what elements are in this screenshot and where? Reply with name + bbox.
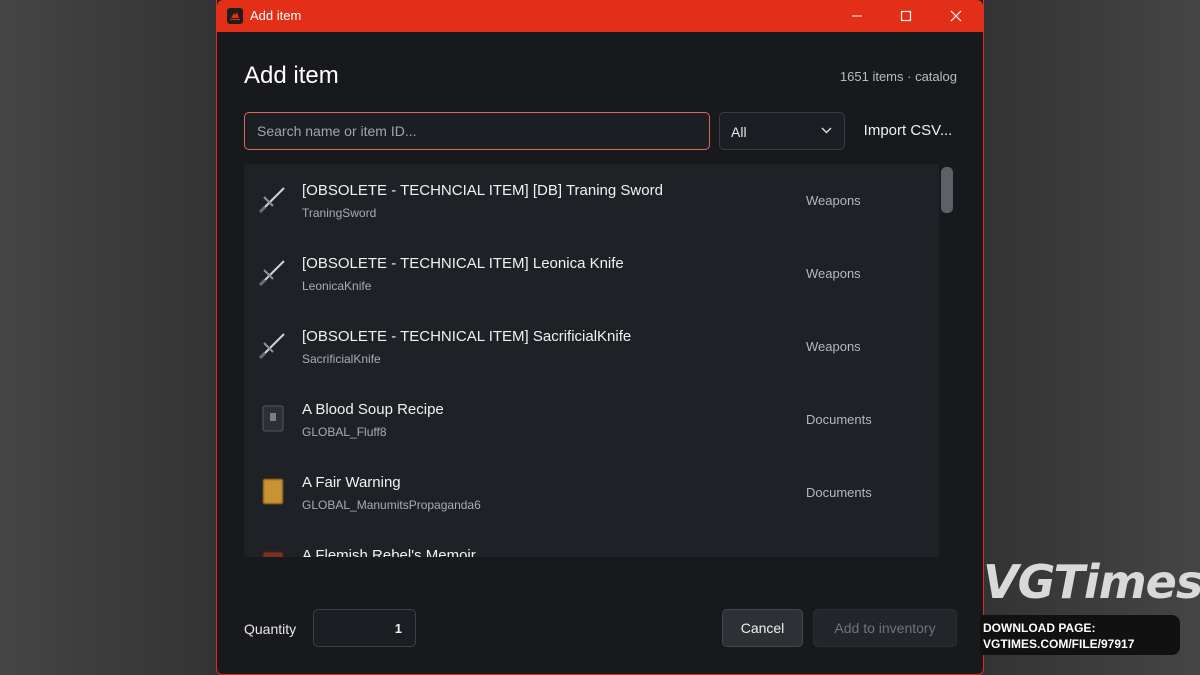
filter-value: All: [731, 124, 747, 140]
minimize-icon: [852, 15, 862, 17]
item-id: TraningSword: [302, 206, 377, 220]
add-item-window: Add item Add item 1651 items · catalog A…: [216, 0, 984, 675]
background-left: [0, 0, 217, 675]
item-name: A Blood Soup Recipe: [302, 401, 444, 418]
title-bar[interactable]: Add item: [217, 0, 983, 32]
item-category: Weapons: [806, 193, 861, 208]
watermark-logo: VGTimes: [983, 555, 1200, 609]
item-id: GLOBAL_Fluff8: [302, 425, 387, 439]
item-name: [OBSOLETE - TECHNICAL ITEM] Leonica Knif…: [302, 255, 624, 272]
item-id: SacrificialKnife: [302, 352, 381, 366]
item-name: [OBSOLETE - TECHNCIAL ITEM] [DB] Traning…: [302, 182, 663, 199]
item-name: A Flemish Rebel's Memoir: [302, 547, 476, 557]
dark-book-icon: [258, 403, 288, 433]
minimize-button[interactable]: [834, 0, 880, 32]
item-id: GLOBAL_ManumitsPropaganda6: [302, 498, 481, 512]
watermark-line2: VGTIMES.COM/FILE/97917: [983, 637, 1135, 651]
maximize-button[interactable]: [883, 0, 929, 32]
maximize-icon: [900, 10, 912, 22]
sword-icon: [258, 257, 288, 287]
watermark-box: DOWNLOAD PAGE: VGTIMES.COM/FILE/97917: [980, 615, 1180, 655]
chevron-down-icon: [821, 127, 832, 134]
add-to-inventory-button[interactable]: Add to inventory: [813, 609, 957, 647]
sword-icon: [258, 330, 288, 360]
watermark-line1: DOWNLOAD PAGE:: [983, 621, 1096, 635]
import-csv-button[interactable]: Import CSV...: [853, 112, 963, 150]
category-filter-select[interactable]: All: [719, 112, 845, 150]
catalog-count: 1651 items · catalog: [839, 69, 957, 84]
item-category: Weapons: [806, 339, 861, 354]
cancel-button[interactable]: Cancel: [722, 609, 803, 647]
item-name: [OBSOLETE - TECHNICAL ITEM] SacrificialK…: [302, 328, 632, 345]
quantity-input[interactable]: 1: [313, 609, 416, 647]
app-icon: [227, 8, 243, 24]
close-button[interactable]: [933, 0, 979, 32]
close-icon: [950, 10, 962, 22]
item-list[interactable]: [OBSOLETE - TECHNCIAL ITEM] [DB] Traning…: [244, 164, 939, 557]
list-item[interactable]: A Fair Warning GLOBAL_ManumitsPropaganda…: [244, 456, 939, 529]
list-scrollbar[interactable]: [939, 164, 955, 557]
sword-icon: [258, 184, 288, 214]
yellow-book-icon: [258, 476, 288, 506]
list-item[interactable]: A Flemish Rebel's Memoir: [244, 529, 939, 557]
item-category: Documents: [806, 485, 872, 500]
list-item[interactable]: [OBSOLETE - TECHNICAL ITEM] SacrificialK…: [244, 310, 939, 383]
quantity-value: 1: [394, 621, 402, 636]
list-item[interactable]: [OBSOLETE - TECHNICAL ITEM] Leonica Knif…: [244, 237, 939, 310]
list-item[interactable]: [OBSOLETE - TECHNCIAL ITEM] [DB] Traning…: [244, 164, 939, 237]
item-category: Documents: [806, 412, 872, 427]
dialog-heading: Add item: [244, 62, 339, 89]
item-category: Weapons: [806, 266, 861, 281]
window-title: Add item: [250, 8, 302, 23]
item-id: LeonicaKnife: [302, 279, 372, 293]
scrollbar-thumb[interactable]: [941, 167, 953, 213]
quantity-label: Quantity: [244, 621, 297, 637]
list-item[interactable]: A Blood Soup Recipe GLOBAL_Fluff8 Docume…: [244, 383, 939, 456]
item-name: A Fair Warning: [302, 474, 401, 491]
search-input[interactable]: [244, 112, 710, 150]
red-book-icon: [258, 549, 288, 557]
